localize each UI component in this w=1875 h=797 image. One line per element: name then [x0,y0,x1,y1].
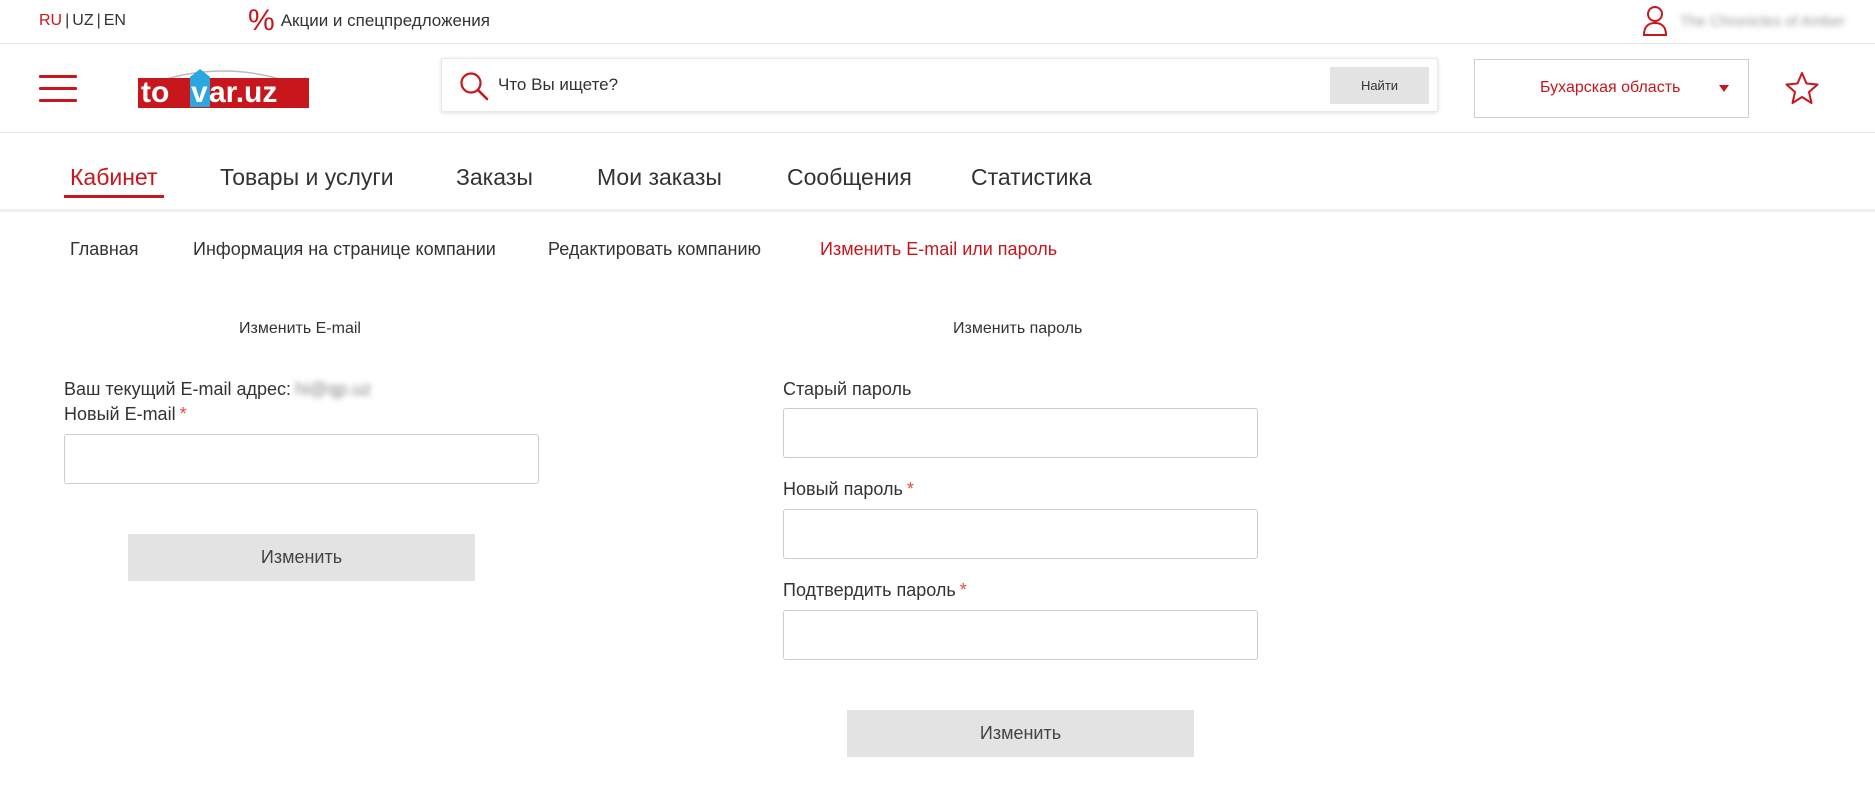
menu-icon[interactable] [39,75,77,103]
new-password-field[interactable] [783,509,1258,559]
subnav-home[interactable]: Главная [70,239,139,260]
search-button[interactable]: Найти [1330,67,1429,104]
lang-en[interactable]: EN [104,12,126,29]
current-email-text: Ваш текущий E-mail адрес: hi@qp.uz [64,379,371,400]
search-bar: Найти [441,58,1438,112]
required-mark: * [179,404,187,424]
old-password-label: Старый пароль [783,379,912,399]
tab-messages[interactable]: Сообщения [787,164,912,191]
region-label: Бухарская область [1540,79,1681,96]
new-email-label: Новый E-mail * [64,404,187,425]
header: to v ar.uz Найти Бухарская область [0,45,1875,133]
svg-text:ar.uz: ar.uz [209,76,277,109]
change-email-button[interactable]: Изменить [128,534,475,581]
old-password-field[interactable] [783,408,1258,458]
lang-separator: | [65,12,70,29]
new-password-label-text: Новый пароль [783,479,903,499]
user-menu[interactable]: The Chronicles of Amber [1642,5,1845,37]
confirm-password-label: Подтвердить пароль * [783,580,967,601]
tovar-uz-logo[interactable]: to v ar.uz [138,65,309,109]
caret-down-icon [1719,85,1729,92]
tab-statistics[interactable]: Статистика [971,164,1092,191]
confirm-password-field[interactable] [783,610,1258,660]
subnav-change-email-password[interactable]: Изменить E-mail или пароль [820,239,1057,260]
confirm-password-label-text: Подтвердить пароль [783,580,956,600]
promo-label: Акции и спецпредложения [280,11,490,30]
required-mark: * [959,580,967,600]
region-select[interactable]: Бухарская область [1474,59,1749,118]
new-email-field[interactable] [64,434,539,484]
tab-my-orders[interactable]: Мои заказы [597,164,722,191]
change-password-button[interactable]: Изменить [847,710,1194,757]
percent-icon: % [248,4,275,37]
language-switcher: RU | UZ | EN [39,12,126,30]
new-password-label: Новый пароль * [783,479,914,500]
current-email-label: Ваш текущий E-mail адрес: [64,379,292,399]
email-form-title: Изменить E-mail [239,320,361,337]
password-form-title: Изменить пароль [953,320,1083,337]
subnav-edit-company[interactable]: Редактировать компанию [548,239,761,260]
user-name: The Chronicles of Amber [1680,12,1846,30]
tab-cabinet[interactable]: Кабинет [70,164,157,191]
new-email-label-text: Новый E-mail [64,404,176,424]
active-tab-indicator [64,195,164,198]
subnav-company-info[interactable]: Информация на странице компании [193,239,496,260]
lang-ru[interactable]: RU [39,12,62,29]
user-icon [1642,6,1668,36]
search-icon [460,72,489,101]
lang-uz[interactable]: UZ [72,12,93,29]
tab-products[interactable]: Товары и услуги [220,164,394,191]
search-input[interactable] [498,69,1258,101]
lang-separator: | [96,12,101,29]
required-mark: * [906,479,914,499]
svg-text:to: to [141,76,169,109]
top-bar: RU | UZ | EN % Акции и спецпредложения The C… [0,0,1875,44]
current-email-value: hi@qp.uz [295,379,372,399]
tab-orders[interactable]: Заказы [456,164,533,191]
svg-text:v: v [191,76,208,109]
promo-link[interactable]: % Акции и спецпредложения [248,6,490,36]
main-tabs: Кабинет Товары и услуги Заказы Мои заказ… [0,134,1875,212]
star-icon[interactable] [1785,71,1819,105]
